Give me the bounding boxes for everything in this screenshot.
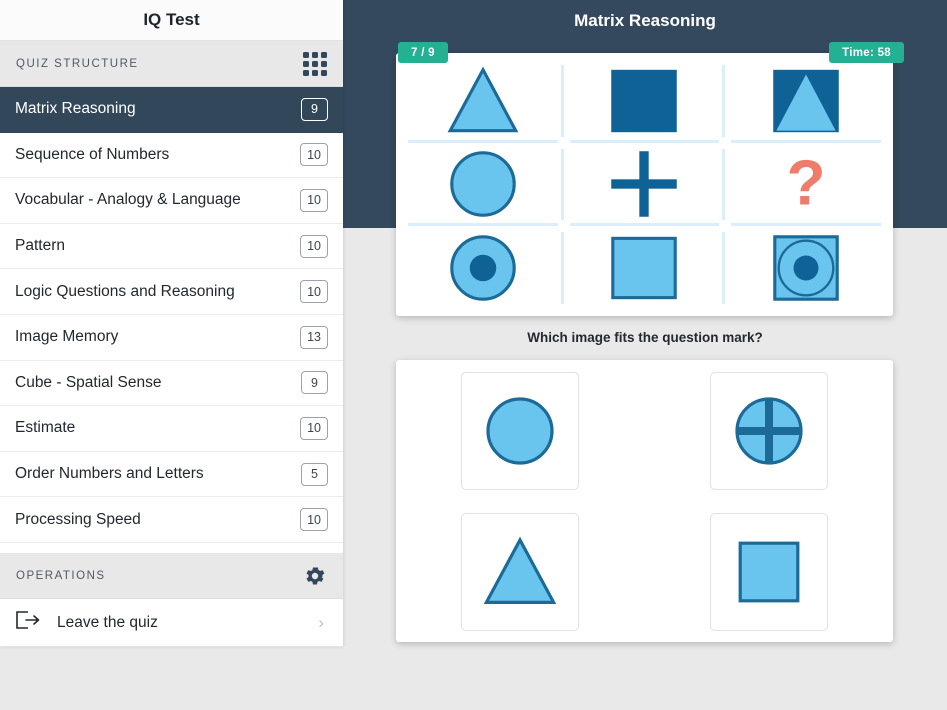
matrix-puzzle-card: ?: [396, 53, 893, 316]
answer-option-circle-cross[interactable]: [709, 371, 828, 490]
sidebar-item-label: Matrix Reasoning: [15, 100, 136, 118]
matrix-cell-light-square: [564, 226, 726, 310]
answer-option-circle[interactable]: [461, 371, 580, 490]
sidebar-item-vocabular-analogy-language[interactable]: Vocabular - Analogy & Language 10: [0, 178, 343, 224]
gear-icon[interactable]: [303, 564, 327, 588]
matrix-cell-circle-dot: [402, 226, 564, 310]
sidebar-item-label: Cube - Spatial Sense: [15, 373, 162, 391]
timer-badge: Time: 58: [829, 42, 904, 63]
quiz-structure-section-header: QUIZ STRUCTURE: [0, 41, 343, 87]
sidebar-item-count-badge: 10: [300, 280, 328, 304]
leave-quiz-label: Leave the quiz: [57, 613, 158, 631]
sidebar-item-estimate[interactable]: Estimate 10: [0, 406, 343, 452]
sidebar-item-count-badge: 9: [301, 97, 328, 121]
iq-test-app: IQ Test QUIZ STRUCTURE Matrix Reasoning 9…: [0, 0, 947, 710]
operations-section-header: OPERATIONS: [0, 553, 343, 599]
sidebar-item-sequence-of-numbers[interactable]: Sequence of Numbers 10: [0, 132, 343, 179]
question-prompt: Which image fits the question mark?: [527, 330, 763, 345]
sidebar-item-label: Vocabular - Analogy & Language: [15, 191, 241, 209]
sidebar-item-count-badge: 10: [300, 143, 328, 167]
grid-apps-icon[interactable]: [303, 51, 327, 76]
sidebar-item-count-badge: 10: [300, 508, 328, 532]
sidebar-item-image-memory[interactable]: Image Memory 13: [0, 314, 343, 361]
matrix-cell-question-mark: ?: [725, 143, 887, 227]
quiz-structure-list: Matrix Reasoning 9 Sequence of Numbers 10 Vo…: [0, 87, 343, 553]
sidebar-item-count-badge: 9: [301, 371, 328, 395]
answer-option-square[interactable]: [709, 512, 828, 631]
sidebar-item-order-numbers-and-letters[interactable]: Order Numbers and Letters 5: [0, 451, 343, 498]
quiz-structure-label: QUIZ STRUCTURE: [16, 57, 139, 70]
sidebar-item-processing-speed[interactable]: Processing Speed 10: [0, 497, 343, 543]
matrix-cell-dark-square: [564, 59, 726, 143]
matrix-cell-triangle: [402, 59, 564, 143]
main-content: Matrix Reasoning 7 / 9 Time: 58 ? Which …: [343, 0, 947, 710]
matrix-cell-dark-square-triangle: [725, 59, 887, 143]
operations-label: OPERATIONS: [16, 569, 106, 582]
chevron-right-icon: ›: [318, 612, 324, 632]
sidebar-item-matrix-reasoning[interactable]: Matrix Reasoning 9: [0, 87, 343, 133]
sidebar-item-count-badge: 5: [301, 462, 328, 486]
sidebar-item-cube-spatial-sense[interactable]: Cube - Spatial Sense 9: [0, 360, 343, 407]
sidebar-item-label: Estimate: [15, 419, 76, 437]
sidebar: IQ Test QUIZ STRUCTURE Matrix Reasoning 9…: [0, 0, 343, 647]
sidebar-item-label: Sequence of Numbers: [15, 145, 170, 163]
page-title: Matrix Reasoning: [574, 10, 716, 30]
sidebar-item-logic-questions-and-reasoning[interactable]: Logic Questions and Reasoning 10: [0, 269, 343, 315]
sidebar-item-label: Pattern: [15, 237, 65, 255]
progress-badge: 7 / 9: [398, 42, 448, 63]
app-title: IQ Test: [0, 0, 343, 41]
logout-arrow-icon: [15, 610, 57, 635]
matrix-cell-square-circle-dot: [725, 226, 887, 310]
answer-option-triangle[interactable]: [461, 512, 580, 631]
svg-text:?: ?: [787, 147, 826, 219]
sidebar-item-label: Logic Questions and Reasoning: [15, 282, 235, 300]
sidebar-item-count-badge: 10: [300, 234, 328, 258]
matrix-cell-circle: [402, 143, 564, 227]
sidebar-item-count-badge: 10: [300, 188, 328, 212]
sidebar-item-pattern[interactable]: Pattern 10: [0, 223, 343, 270]
sidebar-item-count-badge: 13: [300, 325, 328, 349]
matrix-cell-plus: [564, 143, 726, 227]
leave-quiz-row[interactable]: Leave the quiz ›: [0, 599, 343, 647]
sidebar-item-label: Image Memory: [15, 328, 119, 346]
sidebar-item-count-badge: 10: [300, 416, 328, 440]
sidebar-item-label: Order Numbers and Letters: [15, 465, 204, 483]
answer-options-card: [396, 360, 893, 642]
sidebar-item-label: Processing Speed: [15, 510, 141, 528]
